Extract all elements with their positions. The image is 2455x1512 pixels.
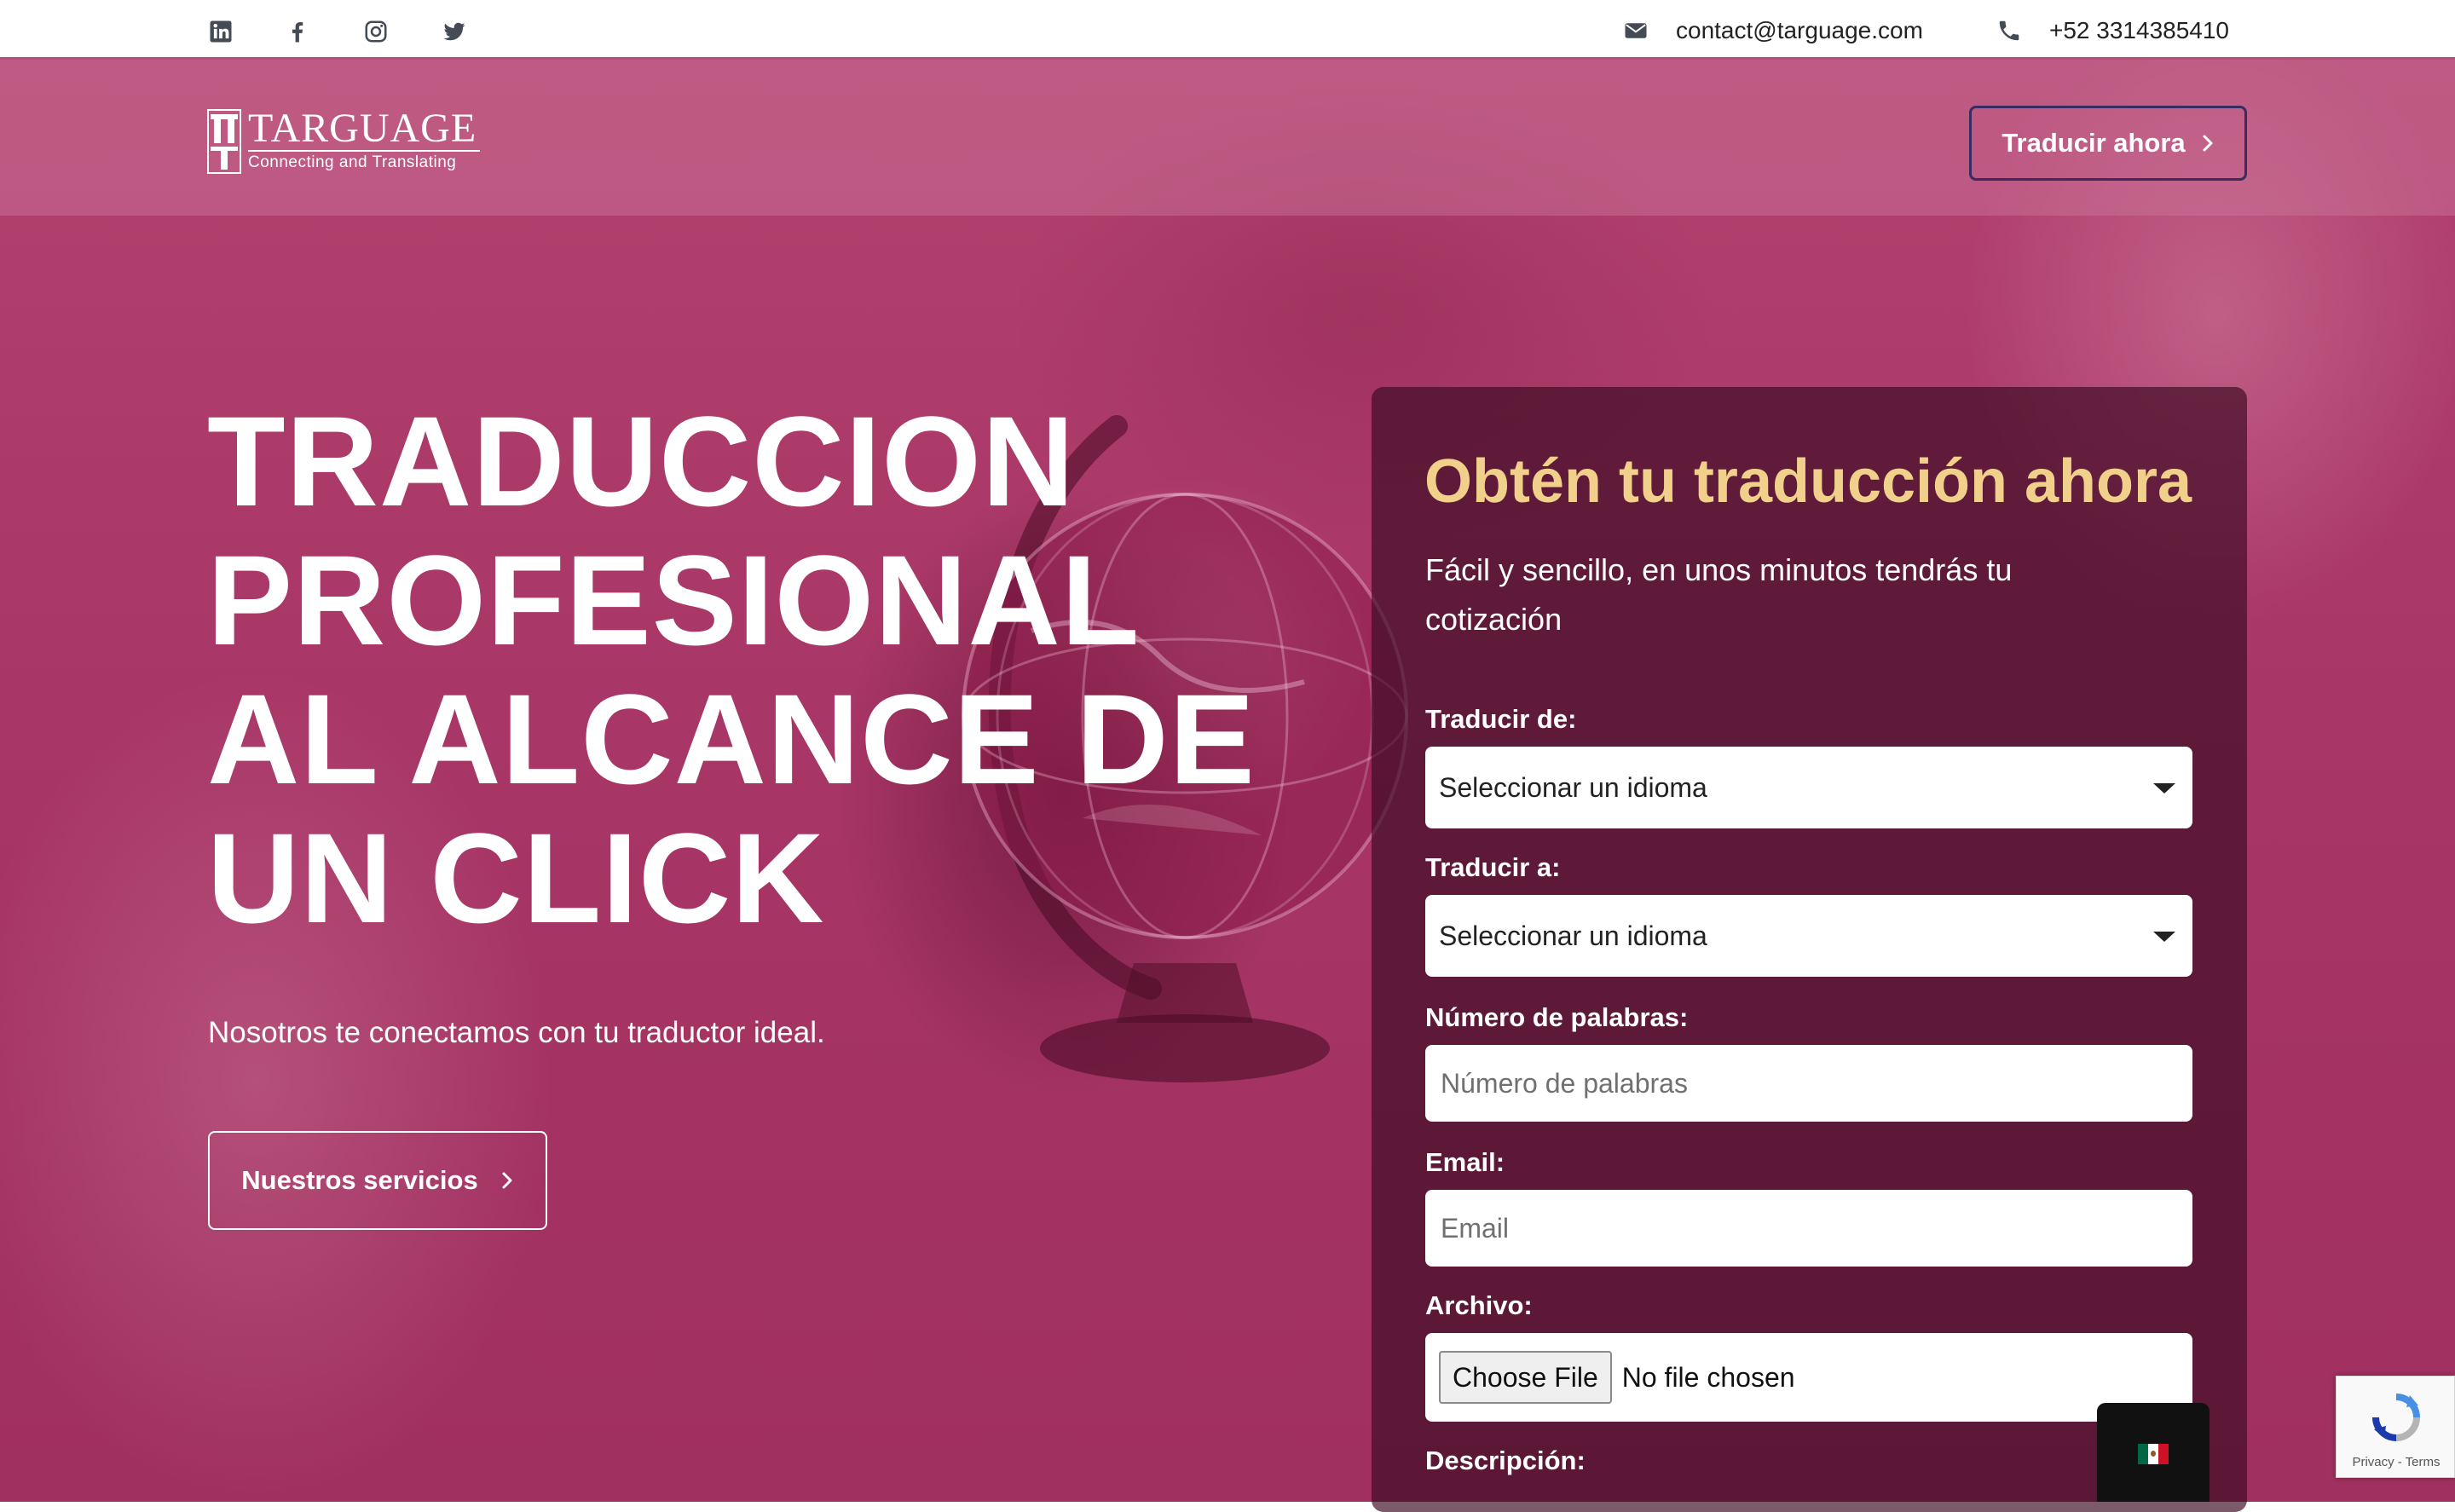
translate-now-label: Traducir ahora: [2002, 128, 2186, 158]
choose-file-button[interactable]: Choose File: [1439, 1351, 1612, 1404]
description-label: Descripción:: [1425, 1446, 1586, 1475]
form-title: Obtén tu traducción ahora: [1424, 447, 2192, 516]
file-label: Archivo:: [1425, 1290, 1533, 1320]
mexico-flag-icon: [2138, 1444, 2169, 1464]
email-text[interactable]: contact@targuage.com: [1676, 17, 1923, 44]
phone-text[interactable]: +52 3314385410: [2049, 17, 2229, 44]
file-status-text: No file chosen: [1621, 1361, 1795, 1393]
twitter-icon[interactable]: [442, 19, 467, 44]
recaptcha-icon: [2372, 1394, 2420, 1441]
top-contact-bar: contact@targuage.com +52 3314385410: [0, 0, 2455, 60]
from-language-value: Seleccionar un idioma: [1439, 771, 1707, 803]
word-count-input[interactable]: [1439, 1066, 2175, 1100]
instagram-icon[interactable]: [363, 19, 389, 44]
our-services-label: Nuestros servicios: [241, 1165, 478, 1195]
word-count-label: Número de palabras:: [1425, 1002, 1689, 1032]
email-contact[interactable]: contact@targuage.com: [1623, 14, 1923, 48]
quote-form-card: Obtén tu traducción ahora Fácil y sencil…: [1372, 387, 2247, 1512]
dropdown-caret-icon: [2153, 932, 2175, 942]
form-subtitle: Fácil y sencillo, en unos minutos tendrá…: [1425, 552, 2013, 637]
word-count-field: [1425, 1045, 2192, 1122]
linkedin-icon[interactable]: [208, 19, 234, 44]
file-upload-field: Choose File No file chosen: [1425, 1333, 2192, 1422]
our-services-button[interactable]: Nuestros servicios: [208, 1131, 547, 1230]
facebook-icon[interactable]: [285, 19, 310, 44]
translate-now-button[interactable]: Traducir ahora: [1969, 106, 2247, 181]
hero-title: TRADUCCION PROFESIONAL AL ALCANCE DE UN …: [207, 390, 1256, 949]
to-language-value: Seleccionar un idioma: [1439, 920, 1707, 951]
from-language-select[interactable]: Seleccionar un idioma: [1425, 747, 2192, 828]
email-label: Email:: [1425, 1147, 1505, 1177]
logo-tagline: Connecting and Translating: [248, 153, 457, 171]
envelope-icon: [1623, 18, 1649, 43]
to-language-label: Traducir a:: [1425, 852, 1561, 882]
chevron-right-icon: [2201, 134, 2215, 153]
email-input[interactable]: [1439, 1211, 2175, 1245]
dropdown-caret-icon: [2153, 783, 2175, 794]
recaptcha-links[interactable]: Privacy - Terms: [2337, 1455, 2455, 1469]
email-field: [1425, 1190, 2192, 1267]
recaptcha-badge[interactable]: Privacy - Terms: [2336, 1376, 2455, 1478]
to-language-select[interactable]: Seleccionar un idioma: [1425, 895, 2192, 977]
phone-icon: [1996, 18, 2022, 43]
phone-contact[interactable]: +52 3314385410: [1996, 14, 2229, 48]
logo-divider: [248, 150, 480, 152]
chevron-right-icon: [500, 1171, 514, 1190]
language-switcher[interactable]: [2097, 1403, 2210, 1502]
targuage-logo[interactable]: TARGUAGE Connecting and Translating: [207, 106, 484, 176]
logo-mark-icon: [207, 109, 241, 174]
hero-subtitle: Nosotros te conectamos con tu traductor …: [208, 1016, 825, 1049]
logo-name: TARGUAGE: [248, 106, 477, 151]
from-language-label: Traducir de:: [1425, 704, 1577, 734]
